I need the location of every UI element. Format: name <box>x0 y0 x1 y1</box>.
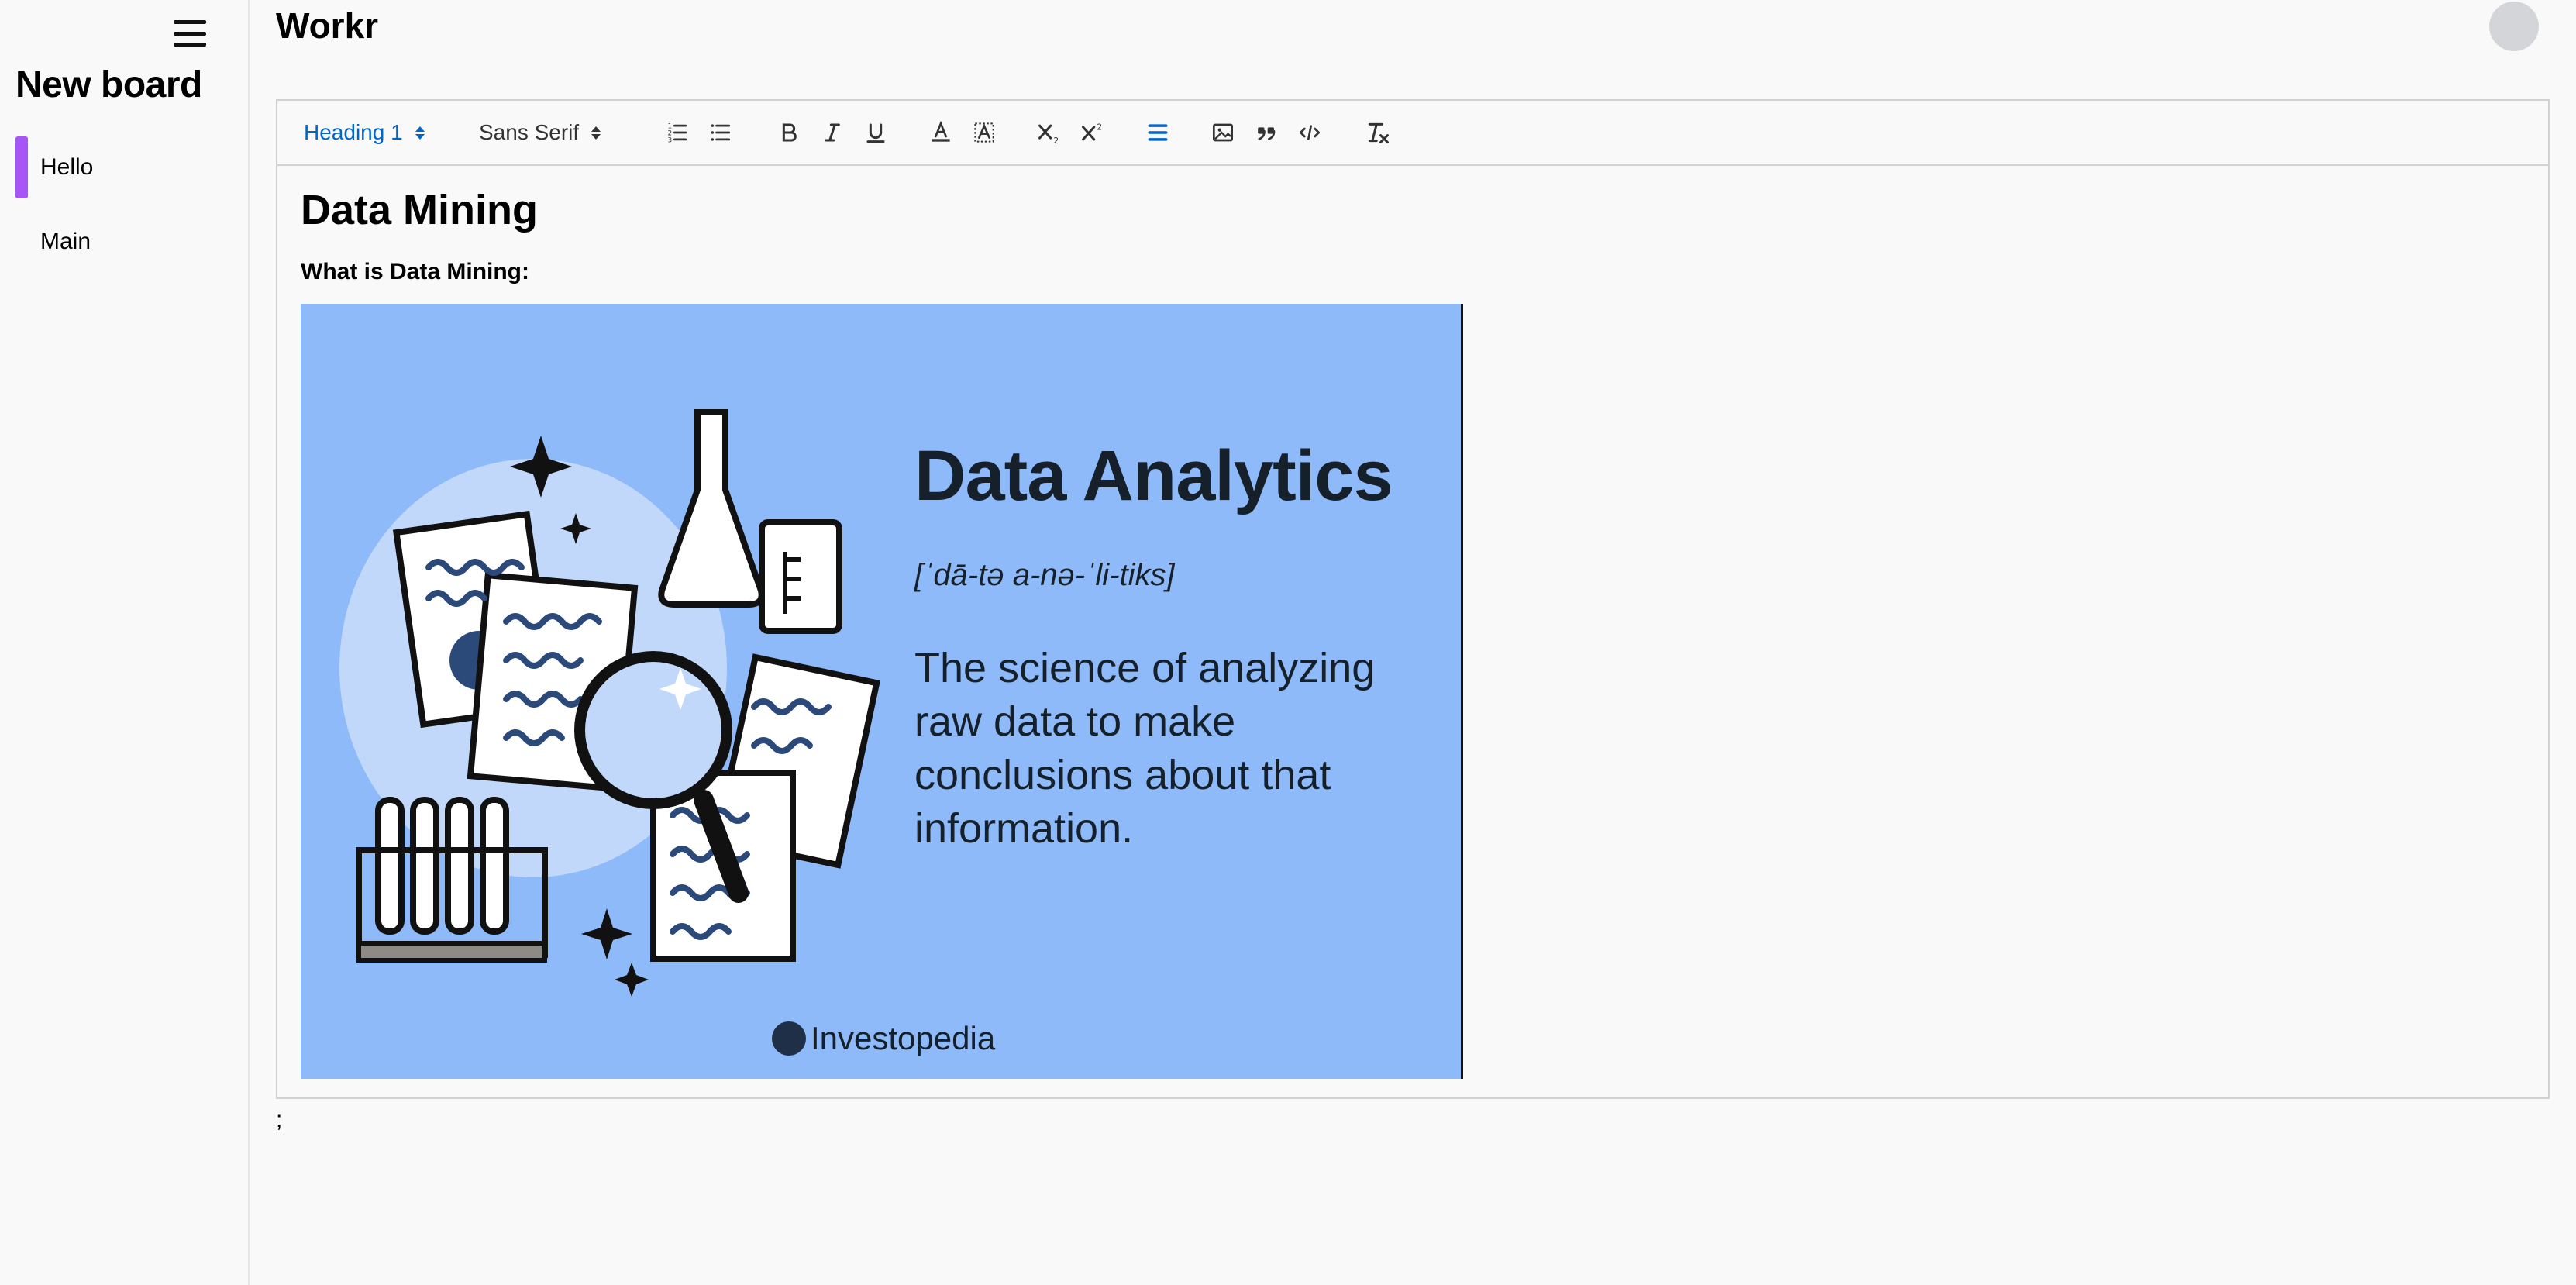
chevron-updown-icon <box>415 126 425 140</box>
font-color-button[interactable] <box>925 115 956 150</box>
font-color-icon <box>932 121 950 142</box>
image-description: The science of analyzing raw data to mak… <box>914 645 1376 852</box>
menu-icon[interactable] <box>174 20 206 47</box>
avatar[interactable] <box>2489 2 2539 51</box>
code-icon <box>1300 125 1320 140</box>
align-button[interactable] <box>1142 115 1173 150</box>
bullet-list-button[interactable] <box>705 115 736 150</box>
ordered-list-button[interactable]: 123 <box>662 115 693 150</box>
trailing-text: ; <box>276 1107 283 1132</box>
svg-text:2: 2 <box>1053 136 1059 145</box>
data-analytics-image[interactable]: Data Analytics [ˈdā-tə a-nə-ˈli-tiks] Th… <box>301 304 1463 1079</box>
underline-icon <box>866 123 885 143</box>
sidebar: New board Hello Main <box>0 0 250 1285</box>
sidebar-item-main[interactable]: Main <box>15 211 232 273</box>
quote-icon <box>1258 127 1276 140</box>
bullet-list-icon <box>711 124 731 141</box>
font-picker[interactable]: Sans Serif <box>479 115 601 150</box>
app-title: Workr <box>276 5 379 46</box>
heading-picker-label: Heading 1 <box>304 120 403 144</box>
heading-picker[interactable]: Heading 1 <box>304 115 425 150</box>
svg-text:3: 3 <box>668 136 673 144</box>
investopedia-logo-icon <box>772 1021 806 1056</box>
image-title: Data Analytics <box>914 436 1393 515</box>
italic-button[interactable] <box>817 115 848 150</box>
image-button[interactable] <box>1207 115 1238 150</box>
subscript-icon: 2 <box>1038 124 1059 145</box>
image-brand-label: Investopedia <box>811 1020 996 1056</box>
background-color-button[interactable] <box>969 115 1000 150</box>
font-picker-label: Sans Serif <box>479 120 580 144</box>
data-analytics-illustration <box>339 409 880 997</box>
superscript-button[interactable]: 2 <box>1077 115 1108 150</box>
image-pronunciation: [ˈdā-tə a-nə-ˈli-tiks] <box>914 558 1175 592</box>
sidebar-item-label: Main <box>40 229 91 254</box>
document-heading[interactable]: Data Mining <box>301 189 538 231</box>
subscript-button[interactable]: 2 <box>1034 115 1065 150</box>
code-block-button[interactable] <box>1294 115 1325 150</box>
bold-icon <box>782 123 797 142</box>
editor-toolbar: Heading 1 Sans Serif 123 2 2 <box>277 101 2548 166</box>
blockquote-button[interactable] <box>1251 115 1282 150</box>
chevron-updown-icon <box>591 126 601 140</box>
clean-formatting-button[interactable] <box>1362 115 1393 150</box>
clear-format-icon <box>1368 122 1389 143</box>
document-subheading[interactable]: What is Data Mining: <box>301 259 538 288</box>
sidebar-item-label: Hello <box>40 154 94 180</box>
sidebar-item-hello[interactable]: Hello <box>15 136 232 198</box>
board-title: New board <box>15 64 202 105</box>
background-color-icon <box>974 122 994 143</box>
italic-icon <box>825 123 840 142</box>
align-center-icon <box>1148 124 1168 141</box>
image-brand: Investopedia <box>772 1020 995 1057</box>
superscript-icon: 2 <box>1082 122 1102 141</box>
ordered-list-icon: 123 <box>668 123 687 144</box>
svg-text:2: 2 <box>1097 122 1102 132</box>
bold-button[interactable] <box>773 115 804 150</box>
editor-content[interactable]: Data Mining What is Data Mining: <box>301 189 538 288</box>
image-icon <box>1213 123 1233 142</box>
underline-button[interactable] <box>860 115 891 150</box>
rich-text-editor: Heading 1 Sans Serif 123 2 2 Data Mining… <box>276 99 2550 1099</box>
